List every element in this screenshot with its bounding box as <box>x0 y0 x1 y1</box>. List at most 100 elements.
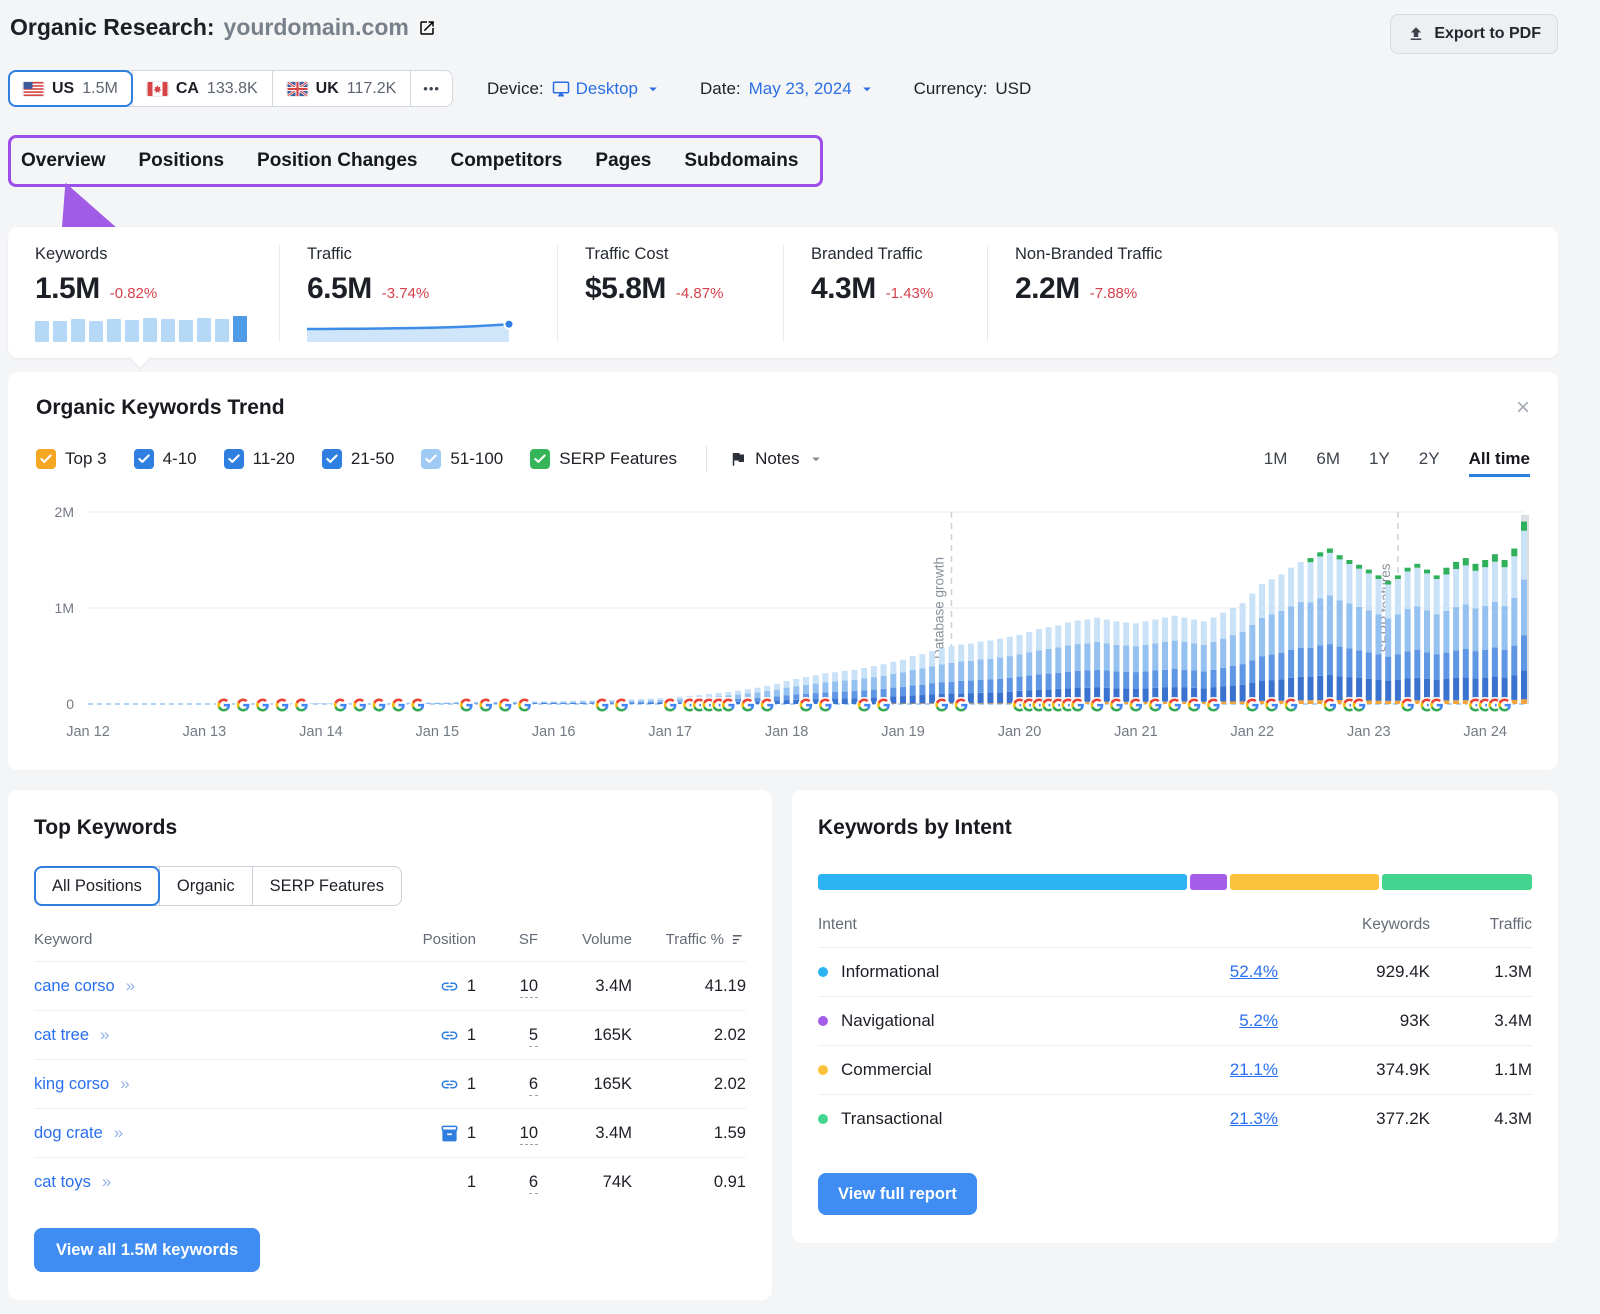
sort-icon[interactable] <box>731 932 746 947</box>
country-code: US <box>52 80 74 98</box>
device-selector[interactable]: Desktop <box>552 79 662 99</box>
view-all-keywords-button[interactable]: View all 1.5M keywords <box>34 1228 260 1272</box>
column-header-keywords: Keywords <box>1362 916 1430 934</box>
keyword-link[interactable]: cat tree <box>34 1026 89 1044</box>
sf-cell[interactable]: 6 <box>529 1173 538 1192</box>
expand-chevrons-icon[interactable]: » <box>102 1172 111 1191</box>
expand-chevrons-icon[interactable]: » <box>114 1123 123 1142</box>
link-icon[interactable] <box>440 1026 459 1045</box>
checkbox-top-3[interactable] <box>36 449 56 469</box>
metric-delta: -4.87% <box>676 285 724 302</box>
country-tab-us[interactable]: US1.5M <box>9 71 133 106</box>
svg-text:Jan 18: Jan 18 <box>765 724 809 740</box>
sf-value: 10 <box>520 977 538 998</box>
legend-top-3[interactable]: Top 3 <box>36 449 107 469</box>
legend-21-50[interactable]: 21-50 <box>322 449 394 469</box>
nav-tab-position-changes[interactable]: Position Changes <box>257 150 417 172</box>
position-value: 1 <box>467 1124 476 1143</box>
intent-keywords-value: 929.4K <box>1376 962 1430 982</box>
range-1m[interactable]: 1M <box>1264 449 1288 469</box>
metric-delta: -0.82% <box>110 285 158 302</box>
legend-51-100[interactable]: 51-100 <box>421 449 503 469</box>
serp-feature-icon[interactable] <box>440 1124 459 1143</box>
link-icon[interactable] <box>440 1075 459 1094</box>
nav-tab-subdomains[interactable]: Subdomains <box>684 150 798 172</box>
legend-4-10[interactable]: 4-10 <box>134 449 197 469</box>
range-6m[interactable]: 6M <box>1316 449 1340 469</box>
top-keywords-tabs: All PositionsOrganicSERP Features <box>34 866 402 906</box>
intent-percent-link[interactable]: 5.2% <box>1239 1011 1278 1031</box>
checkbox-21-50[interactable] <box>322 449 342 469</box>
keyword-link[interactable]: king corso <box>34 1075 109 1093</box>
keyword-link[interactable]: dog crate <box>34 1124 103 1142</box>
close-icon[interactable]: × <box>1516 396 1530 420</box>
nav-tab-overview[interactable]: Overview <box>21 150 106 172</box>
metric-traffic[interactable]: Traffic6.5M-3.74% <box>280 245 558 342</box>
country-tab-uk[interactable]: UK117.2K <box>273 71 412 106</box>
intent-label: Navigational <box>841 1011 935 1031</box>
column-header-traffic: Traffic % <box>666 931 746 948</box>
range-2y[interactable]: 2Y <box>1419 449 1440 469</box>
metric-branded-traffic[interactable]: Branded Traffic4.3M-1.43% <box>784 245 988 342</box>
legend-serp-features[interactable]: SERP Features <box>530 449 677 469</box>
tk-tab-serp-features[interactable]: SERP Features <box>253 867 401 905</box>
intent-color-dot <box>818 1065 828 1075</box>
metric-keywords[interactable]: Keywords1.5M-0.82% <box>8 245 280 342</box>
country-tab-ca[interactable]: CA133.8K <box>133 71 273 106</box>
intent-row: Commercial21.1%374.9K1.1M <box>818 1045 1532 1094</box>
checkbox-51-100[interactable] <box>421 449 441 469</box>
legend-11-20[interactable]: 11-20 <box>224 449 295 469</box>
spark-bar <box>179 320 193 342</box>
tk-tab-organic[interactable]: Organic <box>160 867 253 905</box>
more-countries-button[interactable]: ••• <box>411 71 452 106</box>
keyword-link[interactable]: cat toys <box>34 1173 91 1191</box>
checkbox-serp-features[interactable] <box>530 449 550 469</box>
sf-cell[interactable]: 6 <box>529 1075 538 1094</box>
range-1y[interactable]: 1Y <box>1369 449 1390 469</box>
link-icon[interactable] <box>440 977 459 996</box>
country-selector: US1.5MCA133.8KUK117.2K••• <box>8 70 453 107</box>
ca-flag-icon <box>147 82 168 96</box>
intent-percent-link[interactable]: 21.1% <box>1230 1060 1278 1080</box>
currency-value[interactable]: USD <box>995 79 1031 99</box>
metric-traffic-cost[interactable]: Traffic Cost$5.8M-4.87% <box>558 245 784 342</box>
chevron-down-icon <box>858 80 876 98</box>
trend-chart-area[interactable]: 01M2MDatabase growthSERP featuresJan 12J… <box>36 490 1530 748</box>
expand-chevrons-icon[interactable]: » <box>126 976 135 995</box>
keyword-cell: cat tree » <box>34 1025 384 1045</box>
export-to-pdf-button[interactable]: Export to PDF <box>1390 14 1558 54</box>
intent-percent-link[interactable]: 21.3% <box>1230 1109 1278 1129</box>
nav-tab-pages[interactable]: Pages <box>595 150 651 172</box>
analyzed-domain: yourdomain.com <box>224 14 409 41</box>
view-full-report-button[interactable]: View full report <box>818 1173 977 1215</box>
date-filter: Date: May 23, 2024 <box>700 79 876 99</box>
sf-cell[interactable]: 5 <box>529 1026 538 1045</box>
intent-percent-link[interactable]: 52.4% <box>1230 962 1278 982</box>
svg-text:Jan 21: Jan 21 <box>1114 724 1158 740</box>
range-all-time[interactable]: All time <box>1469 449 1530 477</box>
checkbox-11-20[interactable] <box>224 449 244 469</box>
check-icon <box>137 452 151 466</box>
traffic-sparkline-svg <box>307 316 519 342</box>
metric-value: 4.3M <box>811 272 876 306</box>
external-link-icon[interactable] <box>418 19 436 37</box>
sf-cell[interactable]: 10 <box>520 1124 538 1143</box>
sf-value: 10 <box>520 1124 538 1145</box>
expand-chevrons-icon[interactable]: » <box>100 1025 109 1044</box>
position-value: 1 <box>467 977 476 996</box>
sf-cell[interactable]: 10 <box>520 977 538 996</box>
column-header-volume: Volume <box>582 931 632 948</box>
nav-tab-competitors[interactable]: Competitors <box>450 150 562 172</box>
tk-tab-all-positions[interactable]: All Positions <box>35 867 160 905</box>
checkbox-4-10[interactable] <box>134 449 154 469</box>
us-flag-icon <box>23 82 44 96</box>
keyword-link[interactable]: cane corso <box>34 977 115 995</box>
notes-label: Notes <box>755 449 799 469</box>
metric-non-branded-traffic[interactable]: Non-Branded Traffic2.2M-7.88% <box>988 245 1558 342</box>
position-cell: 1 <box>440 1075 476 1094</box>
notes-dropdown[interactable]: Notes <box>729 449 825 469</box>
date-selector[interactable]: May 23, 2024 <box>749 79 876 99</box>
expand-chevrons-icon[interactable]: » <box>120 1074 129 1093</box>
uk-flag-icon <box>287 82 308 96</box>
nav-tab-positions[interactable]: Positions <box>139 150 225 172</box>
